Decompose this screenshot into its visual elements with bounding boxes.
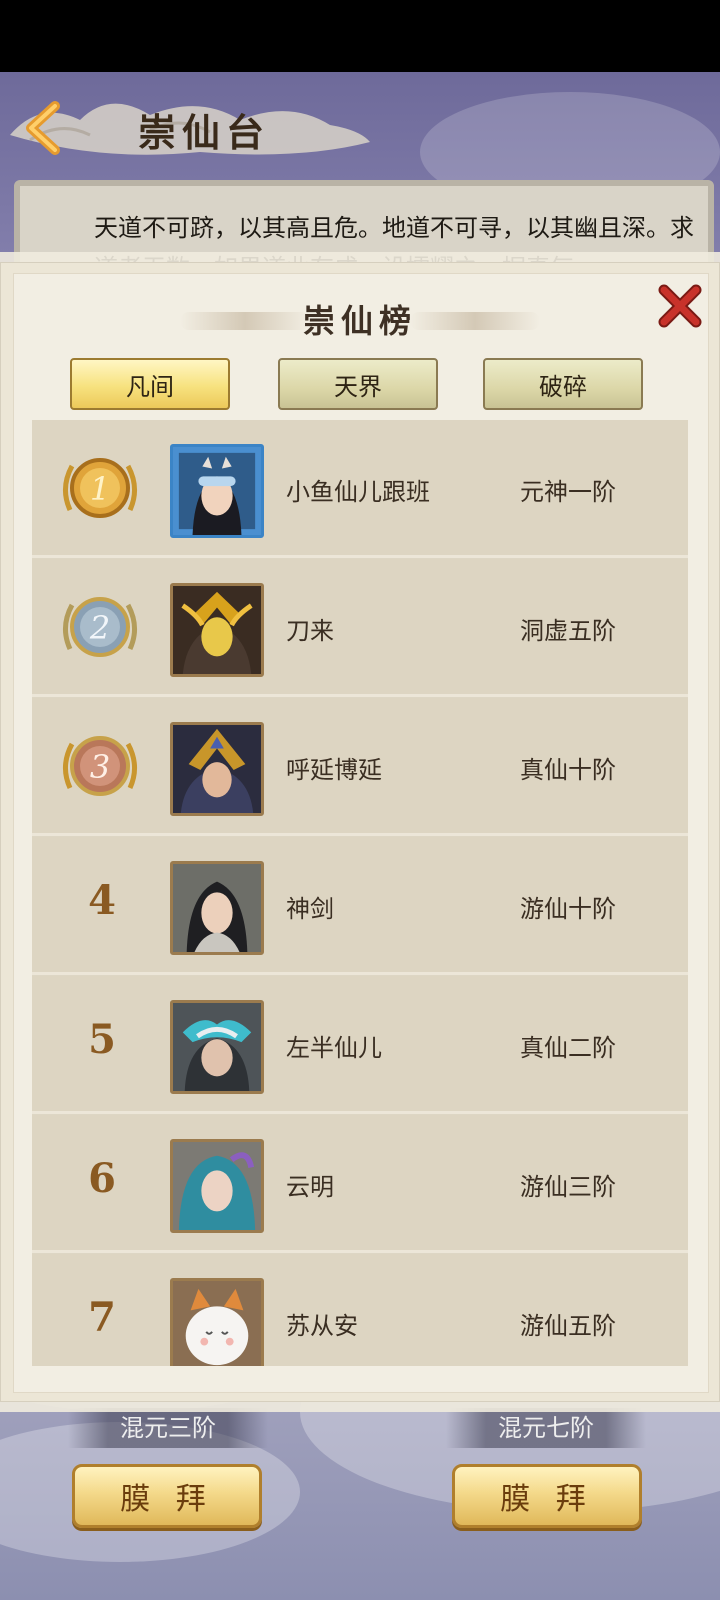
player-name: 呼延博延 [286, 756, 382, 784]
player-level: 元神一阶 [520, 478, 616, 506]
player-level: 洞虚五阶 [520, 617, 616, 645]
player-level: 真仙十阶 [520, 756, 616, 784]
avatar-portrait-icon [173, 1003, 261, 1091]
svg-text:2: 2 [89, 609, 110, 647]
ranking-row[interactable]: 7 苏从安 游仙五阶 [32, 1254, 688, 1366]
avatar-portrait-icon [173, 586, 261, 674]
page-title: 崇仙台 [138, 110, 271, 155]
svg-text:3: 3 [90, 748, 110, 786]
player-level: 游仙十阶 [520, 895, 616, 923]
player-name: 云明 [286, 1173, 334, 1201]
silver-medal-icon: 2 [63, 597, 137, 657]
left-champion-level: 混元三阶 [68, 1408, 268, 1448]
avatar [170, 1139, 264, 1233]
back-button[interactable] [18, 100, 68, 156]
tab-fanjian[interactable]: 凡间 [70, 358, 230, 410]
tab-tianjie[interactable]: 天界 [278, 358, 438, 410]
player-name: 小鱼仙儿跟班 [286, 478, 430, 506]
avatar-portrait-icon [173, 447, 261, 535]
player-name: 苏从安 [286, 1312, 358, 1340]
ranking-row[interactable]: 3 呼延博延 真仙十阶 [32, 698, 688, 836]
avatar [170, 444, 264, 538]
close-icon [658, 284, 702, 328]
panel-title: 崇仙榜 [302, 302, 417, 340]
worship-button-left[interactable]: 膜 拜 [72, 1464, 262, 1528]
player-level: 游仙五阶 [520, 1312, 616, 1340]
ranking-row[interactable]: 6 云明 游仙三阶 [32, 1115, 688, 1253]
avatar [170, 583, 264, 677]
avatar [170, 1278, 264, 1366]
rank-number: 5 [88, 1016, 116, 1063]
rank-number: 6 [88, 1155, 116, 1202]
tab-posui[interactable]: 破碎 [483, 358, 643, 410]
avatar [170, 1000, 264, 1094]
player-name: 刀来 [286, 617, 334, 645]
ranking-row[interactable]: 4 神剑 游仙十阶 [32, 837, 688, 975]
ranking-row[interactable]: 2 刀来 洞虚五阶 [32, 559, 688, 697]
player-level: 游仙三阶 [520, 1173, 616, 1201]
right-champion-level: 混元七阶 [446, 1408, 646, 1448]
avatar [170, 722, 264, 816]
avatar-portrait-icon [173, 725, 261, 813]
back-arrow-icon [26, 101, 60, 155]
close-button[interactable] [656, 282, 704, 330]
status-bar [0, 0, 720, 72]
avatar-portrait-icon [173, 1142, 261, 1230]
svg-text:1: 1 [90, 470, 110, 508]
player-name: 神剑 [286, 895, 334, 923]
gold-medal-icon: 1 [63, 458, 137, 518]
worship-button-right[interactable]: 膜 拜 [452, 1464, 642, 1528]
ranking-row[interactable]: 1 小鱼仙儿跟班 元神一阶 [32, 420, 688, 558]
ranking-list[interactable]: 1 小鱼仙儿跟班 元神一阶 2 刀来 洞虚五阶 3 呼延博延 真仙十阶 4 神剑… [32, 420, 688, 1366]
avatar-portrait-icon [173, 1281, 261, 1366]
avatar-portrait-icon [173, 864, 261, 952]
player-level: 真仙二阶 [520, 1034, 616, 1062]
ranking-row[interactable]: 5 左半仙儿 真仙二阶 [32, 976, 688, 1114]
rank-number: 7 [88, 1294, 116, 1341]
player-name: 左半仙儿 [286, 1034, 382, 1062]
rank-number: 4 [88, 877, 116, 924]
avatar [170, 861, 264, 955]
bronze-medal-icon: 3 [63, 736, 137, 796]
